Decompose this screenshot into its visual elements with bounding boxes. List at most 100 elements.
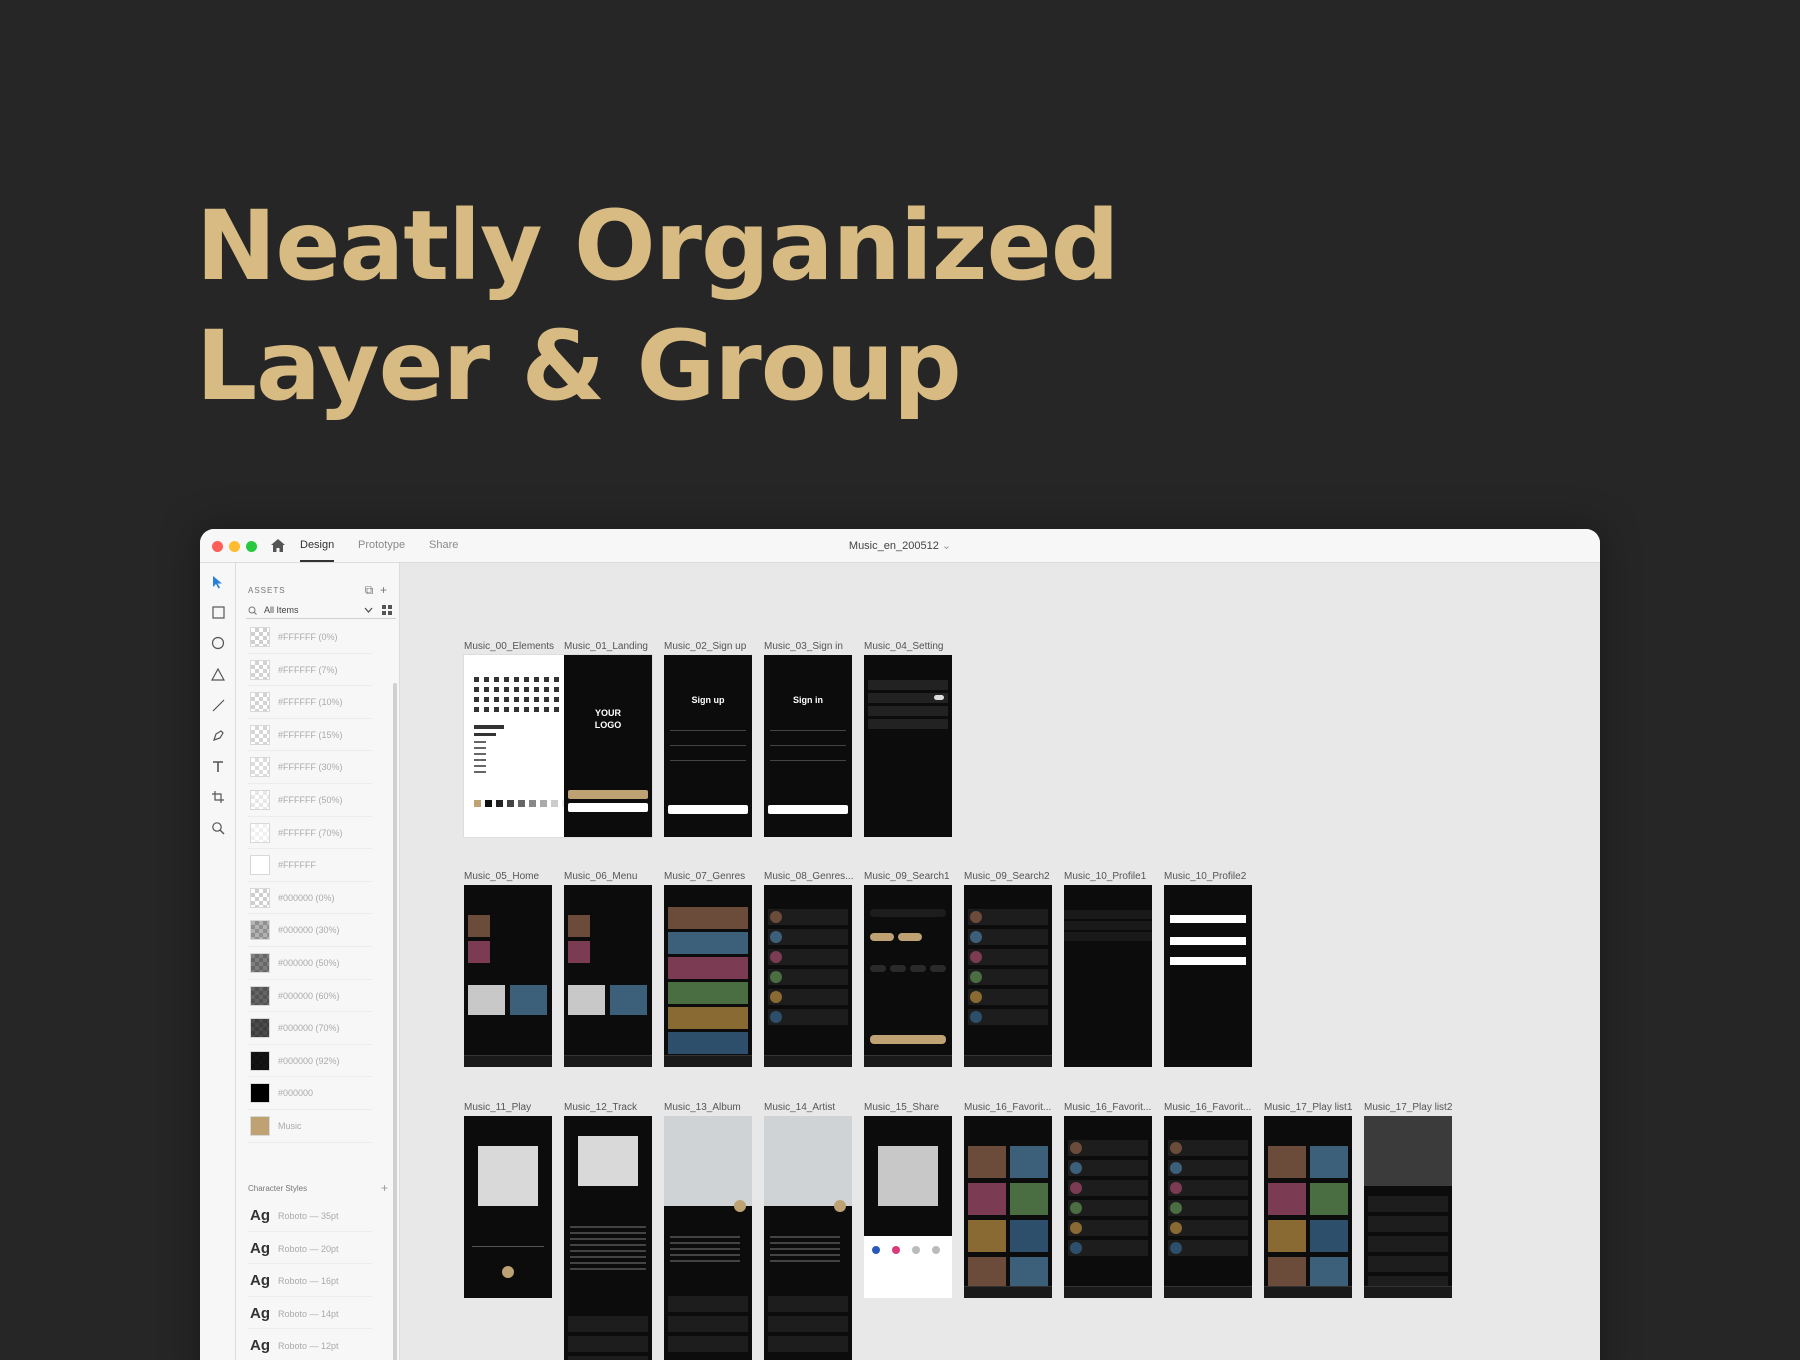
artboard[interactable]	[464, 885, 552, 1067]
artboard-label[interactable]: Music_16_Favorit...	[1064, 1102, 1151, 1113]
artboard[interactable]	[964, 1116, 1052, 1298]
minimize-window-button[interactable]	[229, 541, 240, 552]
color-swatch-row[interactable]: #000000 (30%)	[248, 914, 372, 947]
color-sample	[507, 800, 514, 807]
element-icon-sample	[544, 707, 549, 712]
artboard[interactable]	[764, 1116, 852, 1360]
artboard-label[interactable]: Music_11_Play	[464, 1102, 531, 1113]
artboard-label[interactable]: Music_07_Genres	[664, 871, 745, 882]
color-swatch-row[interactable]: #FFFFFF (70%)	[248, 817, 372, 850]
artboard-label[interactable]: Music_14_Artist	[764, 1102, 835, 1113]
swatch-fill	[251, 758, 269, 777]
artboard-label[interactable]: Music_12_Track	[564, 1102, 637, 1113]
artboard-label[interactable]: Music_09_Search1	[864, 871, 950, 882]
ellipse-tool-icon[interactable]	[209, 634, 227, 652]
element-icon-sample	[514, 697, 519, 702]
tab-share[interactable]: Share	[429, 539, 458, 551]
color-swatch-row[interactable]: #FFFFFF	[248, 849, 372, 882]
select-tool-icon[interactable]	[209, 573, 227, 591]
artboard[interactable]	[964, 885, 1052, 1067]
home-icon[interactable]	[270, 538, 286, 553]
artboard-label[interactable]: Music_15_Share	[864, 1102, 939, 1113]
artboard[interactable]: YOUR LOGO	[564, 655, 652, 837]
grid-view-icon[interactable]	[382, 605, 392, 615]
character-style-row[interactable]: Ag Roboto — 20pt	[248, 1232, 372, 1265]
character-style-row[interactable]: Ag Roboto — 16pt	[248, 1264, 372, 1297]
artboard[interactable]	[864, 885, 952, 1067]
color-swatch-row[interactable]: #FFFFFF (30%)	[248, 751, 372, 784]
color-swatch-row[interactable]: Music	[248, 1110, 372, 1143]
add-character-style-icon[interactable]: +	[381, 1181, 388, 1195]
artboard[interactable]	[864, 655, 952, 837]
document-title[interactable]: Music_en_200512 ⌄	[849, 539, 951, 552]
rectangle-tool-icon[interactable]	[209, 603, 227, 621]
artboard-label[interactable]: Music_17_Play list1	[1264, 1102, 1352, 1113]
artboard-label[interactable]: Music_03_Sign in	[764, 641, 843, 652]
artboard-label[interactable]: Music_17_Play list2	[1364, 1102, 1452, 1113]
artboard-label[interactable]: Music_04_Setting	[864, 641, 944, 652]
artboard-label[interactable]: Music_08_Genres...	[764, 871, 854, 882]
artboard-label[interactable]: Music_16_Favorit...	[964, 1102, 1051, 1113]
element-icon-sample	[494, 707, 499, 712]
artboard-label[interactable]: Music_05_Home	[464, 871, 539, 882]
color-swatch-row[interactable]: #000000 (60%)	[248, 980, 372, 1013]
track-row	[1368, 1236, 1448, 1252]
export-icon[interactable]: ⧉	[365, 583, 374, 597]
artboard-label[interactable]: Music_10_Profile1	[1064, 871, 1146, 882]
polygon-tool-icon[interactable]	[209, 665, 227, 683]
color-swatch-row[interactable]: #000000 (70%)	[248, 1012, 372, 1045]
artboard-label[interactable]: Music_06_Menu	[564, 871, 637, 882]
artboard[interactable]	[1264, 1116, 1352, 1298]
color-swatch	[250, 855, 270, 876]
color-swatch-row[interactable]: #FFFFFF (50%)	[248, 784, 372, 817]
close-window-button[interactable]	[212, 541, 223, 552]
artboard-label[interactable]: Music_00_Elements	[464, 641, 554, 652]
tab-design[interactable]: Design	[300, 539, 334, 551]
artboard[interactable]	[1164, 885, 1252, 1067]
assets-filter-input[interactable]	[264, 605, 364, 615]
artboard-label[interactable]: Music_10_Profile2	[1164, 871, 1246, 882]
artboard[interactable]	[1164, 1116, 1252, 1298]
artboard-label[interactable]: Music_01_Landing	[564, 641, 648, 652]
color-swatch-row[interactable]: #000000 (92%)	[248, 1045, 372, 1078]
character-style-row[interactable]: Ag Roboto — 12pt	[248, 1329, 372, 1360]
assets-scrollbar[interactable]	[393, 683, 397, 1360]
artboard[interactable]	[464, 1116, 552, 1298]
add-asset-icon[interactable]: +	[380, 583, 387, 597]
logo-line-1: YOUR	[594, 708, 621, 718]
artboard[interactable]	[1064, 1116, 1152, 1298]
color-swatch-row[interactable]: #000000	[248, 1077, 372, 1110]
artboard[interactable]: Sign up	[664, 655, 752, 837]
color-swatch-row[interactable]: #FFFFFF (0%)	[248, 621, 372, 654]
artboard[interactable]	[1364, 1116, 1452, 1298]
maximize-window-button[interactable]	[246, 541, 257, 552]
color-swatch-row[interactable]: #FFFFFF (7%)	[248, 654, 372, 687]
artboard-label[interactable]: Music_02_Sign up	[664, 641, 746, 652]
artboard[interactable]	[664, 1116, 752, 1360]
line-tool-icon[interactable]	[209, 696, 227, 714]
text-tool-icon[interactable]	[209, 757, 227, 775]
color-swatch-row[interactable]: #FFFFFF (15%)	[248, 719, 372, 752]
character-style-row[interactable]: Ag Roboto — 14pt	[248, 1297, 372, 1330]
artboard[interactable]	[1064, 885, 1152, 1067]
artboard-tool-icon[interactable]	[209, 788, 227, 806]
pen-tool-icon[interactable]	[209, 726, 227, 744]
artboard[interactable]	[764, 885, 852, 1067]
tab-prototype[interactable]: Prototype	[358, 539, 405, 551]
artboard[interactable]	[864, 1116, 952, 1298]
artboard-label[interactable]: Music_09_Search2	[964, 871, 1050, 882]
color-swatch-row[interactable]: #FFFFFF (10%)	[248, 686, 372, 719]
design-canvas[interactable]: Music_00_Elements Music_01_Landing YOUR LOG…	[400, 563, 1600, 1360]
artboard[interactable]: Sign in	[764, 655, 852, 837]
artboard[interactable]	[564, 885, 652, 1067]
character-style-row[interactable]: Ag Roboto — 35pt	[248, 1199, 372, 1232]
artboard-label[interactable]: Music_16_Favorit...	[1164, 1102, 1251, 1113]
zoom-tool-icon[interactable]	[209, 819, 227, 837]
artboard-label[interactable]: Music_13_Album	[664, 1102, 741, 1113]
color-swatch-row[interactable]: #000000 (50%)	[248, 947, 372, 980]
color-swatch	[250, 692, 270, 713]
chevron-down-icon[interactable]	[364, 607, 373, 614]
artboard[interactable]	[564, 1116, 652, 1360]
color-swatch-row[interactable]: #000000 (0%)	[248, 882, 372, 915]
artboard[interactable]	[664, 885, 752, 1067]
